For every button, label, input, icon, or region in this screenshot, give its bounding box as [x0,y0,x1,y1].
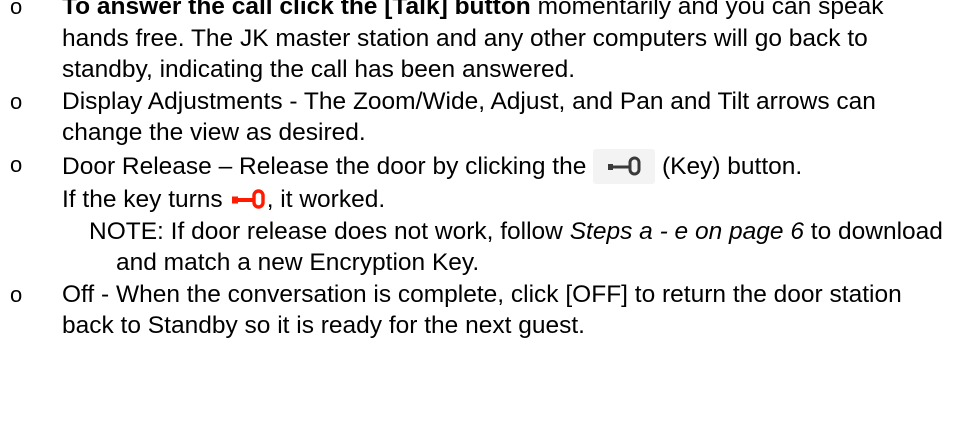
instruction-list: o To answer the call click the [Talk] bu… [0,0,960,342]
key-icon [608,156,641,175]
list-item-door-release: o Door Release – Release the door by cli… [0,148,960,279]
door-release-text: Door Release – Release the door by click… [62,152,587,180]
bullet-marker: o [10,88,23,114]
list-item-off: o Off - When the conversation is complet… [0,279,960,342]
key-turns-text: If the key turns [62,186,223,213]
answer-call-lead: To answer the call click the [Talk] butt… [62,0,531,20]
door-release-note: NOTE: If door release does not work, fol… [89,216,954,279]
bullet-marker: o [10,0,23,19]
note-prefix: NOTE: If door release does not work, fol… [89,217,570,245]
bullet-marker: o [10,151,23,177]
list-item-display-adjustments: o Display Adjustments - The Zoom/Wide, A… [0,86,960,149]
list-item-answer-call: o To answer the call click the [Talk] bu… [0,0,960,86]
display-adjustments-text: Display Adjustments - The Zoom/Wide, Adj… [62,87,876,147]
note-steps-reference: Steps a - e on page 6 [569,217,804,245]
key-icon-red [231,189,265,209]
off-text: Off - When the conversation is complete,… [62,280,902,340]
door-release-text-after: (Key) button. [661,152,803,180]
key-button[interactable] [593,148,656,184]
bullet-marker: o [10,281,23,307]
key-turns-text-after: , it worked. [266,186,386,213]
